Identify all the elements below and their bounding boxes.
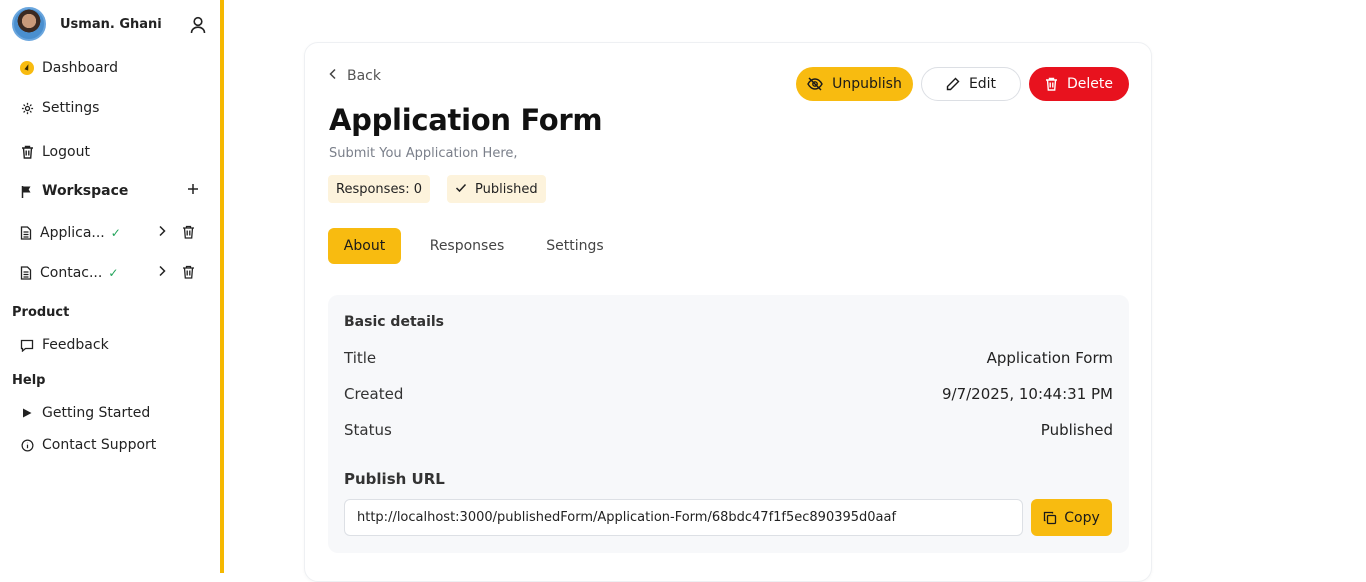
workspace-form-item[interactable]: Applica... ✓ (20, 223, 200, 243)
check-icon (455, 182, 467, 197)
workspace-form-item[interactable]: Contac... ✓ (20, 263, 200, 283)
trash-icon[interactable] (182, 225, 195, 239)
basic-details-panel: Basic details Title Application Form Cre… (328, 295, 1129, 553)
trash-icon (20, 145, 34, 159)
eye-off-icon (807, 77, 823, 91)
message-icon (20, 338, 34, 352)
form-item-label: Contac... (40, 265, 103, 281)
dashboard-icon (20, 61, 34, 75)
tab-responses[interactable]: Responses (425, 228, 509, 264)
sidebar-item-getting-started[interactable]: Getting Started (20, 403, 150, 423)
sidebar-item-label: Feedback (42, 337, 109, 353)
copy-label: Copy (1064, 509, 1100, 526)
play-icon (20, 406, 34, 420)
sidebar-workspace-header[interactable]: Workspace (20, 181, 128, 201)
sidebar-item-logout[interactable]: Logout (20, 142, 90, 162)
publish-url-value: http://localhost:3000/publishedForm/Appl… (357, 510, 897, 525)
sidebar-item-contact-support[interactable]: Contact Support (20, 435, 156, 455)
sidebar-item-label: Contact Support (42, 437, 157, 453)
pencil-icon (946, 77, 960, 91)
workspace-title: Workspace (42, 183, 129, 199)
unpublish-label: Unpublish (832, 76, 902, 92)
info-icon (20, 438, 34, 452)
trash-icon[interactable] (182, 265, 195, 279)
sidebar-item-label: Dashboard (42, 60, 118, 76)
detail-value-status: Published (1040, 421, 1113, 439)
sidebar-item-feedback[interactable]: Feedback (20, 335, 109, 355)
delete-label: Delete (1067, 76, 1113, 92)
sidebar: Usman. Ghani Dashboard Settings Logout W… (0, 0, 220, 573)
document-icon (20, 266, 32, 280)
page-title: Application Form (329, 103, 603, 137)
detail-value-created: 9/7/2025, 10:44:31 PM (941, 385, 1113, 403)
status-badge-label: Published (475, 181, 538, 197)
product-section-title: Product (12, 305, 70, 320)
copy-icon (1043, 511, 1057, 525)
responses-badge-label: Responses: 0 (336, 181, 422, 197)
publish-url-label: Publish URL (344, 470, 445, 488)
unpublish-button[interactable]: Unpublish (796, 67, 913, 101)
delete-button[interactable]: Delete (1029, 67, 1129, 101)
document-icon (20, 226, 32, 240)
sidebar-item-label: Settings (42, 100, 100, 116)
sidebar-item-dashboard[interactable]: Dashboard (20, 58, 118, 78)
user-profile[interactable]: Usman. Ghani (12, 7, 208, 41)
user-name: Usman. Ghani (60, 16, 162, 32)
chevron-right-icon[interactable] (158, 225, 166, 237)
plus-icon[interactable] (187, 183, 199, 195)
tab-settings[interactable]: Settings (541, 228, 609, 264)
sidebar-item-label: Getting Started (42, 405, 151, 421)
chevron-right-icon[interactable] (158, 265, 166, 277)
check-icon: ✓ (108, 266, 119, 280)
detail-label-status: Status (344, 421, 392, 439)
trash-icon (1045, 77, 1058, 91)
responses-badge: Responses: 0 (328, 175, 430, 203)
form-detail-card: Back Unpublish Edit Delete Application F… (304, 42, 1152, 582)
detail-label-created: Created (344, 385, 404, 403)
sidebar-item-settings[interactable]: Settings (20, 98, 99, 118)
edit-label: Edit (968, 76, 997, 92)
gear-icon (20, 101, 34, 115)
sidebar-item-label: Logout (42, 144, 90, 160)
help-section-title: Help (12, 373, 46, 388)
user-icon[interactable] (190, 16, 206, 34)
edit-button[interactable]: Edit (921, 67, 1021, 101)
detail-label-title: Title (344, 349, 377, 367)
basic-details-heading: Basic details (344, 314, 445, 330)
detail-value-title: Application Form (986, 349, 1113, 367)
avatar (12, 7, 46, 41)
publish-url-field[interactable]: http://localhost:3000/publishedForm/Appl… (344, 499, 1023, 536)
back-link[interactable]: Back (329, 68, 381, 84)
page-subtitle: Submit You Application Here, (329, 146, 518, 161)
back-label: Back (347, 68, 381, 84)
status-badge: Published (447, 175, 546, 203)
form-item-label: Applica... (40, 225, 105, 241)
copy-button[interactable]: Copy (1031, 499, 1112, 536)
chevron-left-icon (329, 68, 337, 84)
tab-about[interactable]: About (328, 228, 401, 264)
check-icon: ✓ (110, 226, 121, 240)
flag-icon (20, 184, 34, 198)
sidebar-divider (220, 0, 224, 573)
